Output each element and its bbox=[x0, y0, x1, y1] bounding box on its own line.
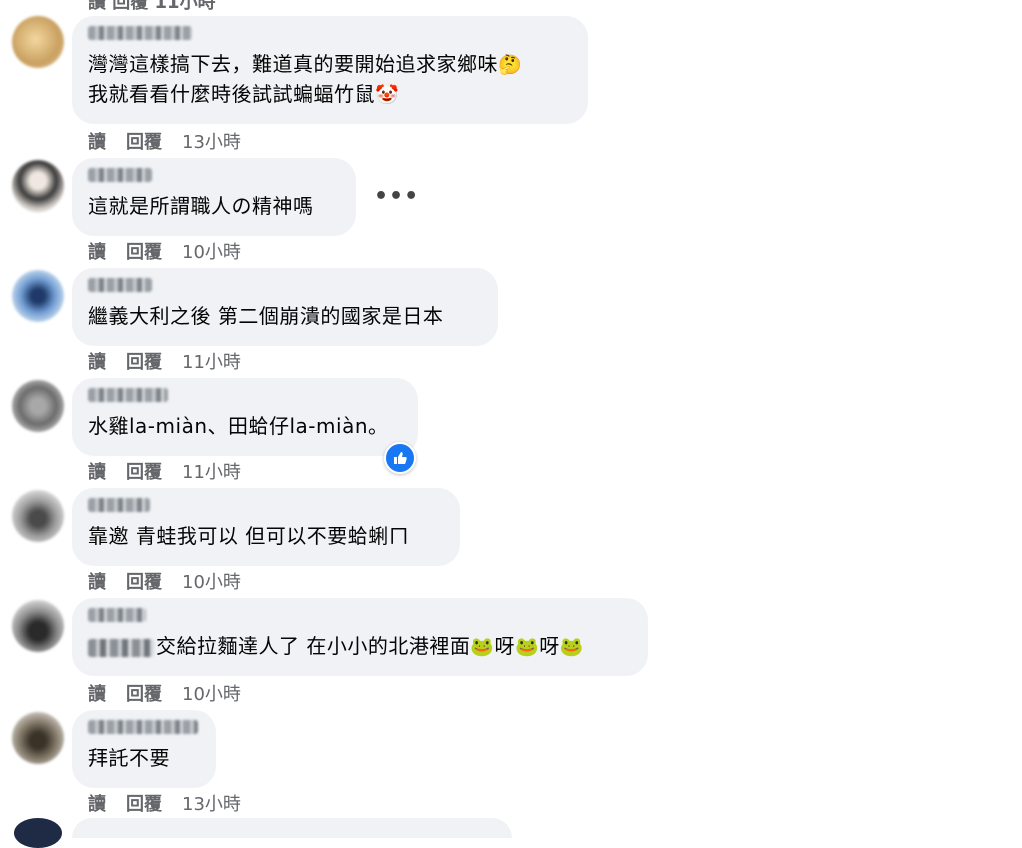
like-link[interactable]: 讀 bbox=[88, 238, 106, 264]
clown-emoji-icon: 🤡 bbox=[375, 84, 400, 106]
commenter-name[interactable] bbox=[88, 388, 168, 402]
like-link[interactable]: 讀 bbox=[88, 348, 106, 374]
more-options-icon[interactable]: ••• bbox=[374, 184, 419, 209]
commenter-name[interactable] bbox=[88, 498, 150, 512]
comment-bubble: 這就是所謂職人の精神嗎 bbox=[72, 158, 356, 236]
avatar[interactable] bbox=[14, 818, 62, 848]
avatar[interactable] bbox=[12, 712, 64, 764]
comment-text: 交給拉麵達人了 在小小的北港裡面🐸呀🐸呀🐸 bbox=[88, 632, 632, 662]
commenter-name[interactable] bbox=[88, 720, 198, 734]
like-link[interactable]: 讀 bbox=[88, 458, 106, 484]
comment-actions: 讀回覆 11小時 bbox=[88, 348, 241, 374]
comment-bubble: 灣灣這樣搞下去，難道真的要開始追求家鄉味🤔 我就看看什麼時後試試蝙蝠竹鼠🤡 bbox=[72, 16, 588, 124]
avatar[interactable] bbox=[12, 16, 64, 68]
commenter-name[interactable] bbox=[88, 26, 192, 40]
avatar[interactable] bbox=[12, 380, 64, 432]
comment-text: 繼義大利之後 第二個崩潰的國家是日本 bbox=[88, 304, 444, 328]
reply-link[interactable]: 回覆 bbox=[126, 348, 162, 374]
like-link[interactable]: 讀 bbox=[88, 128, 106, 154]
reply-link[interactable]: 回覆 bbox=[126, 458, 162, 484]
frog-emoji-icon: 🐸 bbox=[559, 636, 584, 658]
timestamp[interactable]: 10小時 bbox=[182, 568, 241, 594]
avatar[interactable] bbox=[12, 270, 64, 322]
timestamp[interactable]: 11小時 bbox=[182, 348, 241, 374]
commenter-name[interactable] bbox=[88, 168, 152, 182]
avatar[interactable] bbox=[12, 160, 64, 212]
comment-bubble: 靠邀 青蛙我可以 但可以不要蛤蜊ㄇ bbox=[72, 488, 460, 566]
avatar[interactable] bbox=[12, 490, 64, 542]
comment-bubble: 繼義大利之後 第二個崩潰的國家是日本 bbox=[72, 268, 498, 346]
partial-action-row: 讀 回覆 11小時 bbox=[88, 0, 216, 13]
like-link[interactable]: 讀 bbox=[88, 680, 106, 706]
commenter-name[interactable] bbox=[88, 278, 152, 292]
timestamp[interactable]: 13小時 bbox=[182, 128, 241, 154]
timestamp[interactable]: 10小時 bbox=[182, 238, 241, 264]
reply-link[interactable]: 回覆 bbox=[126, 128, 162, 154]
comment-bubble: 水雞la-miàn、田蛤仔la-miàn。 bbox=[72, 378, 418, 456]
comment-text: 靠邀 青蛙我可以 但可以不要蛤蜊ㄇ bbox=[88, 524, 410, 548]
comment-text: 拜託不要 bbox=[88, 746, 170, 770]
comment-actions: 讀回覆 13小時 bbox=[88, 128, 241, 154]
mention-name[interactable] bbox=[88, 638, 154, 657]
comment-actions: 讀回覆 10小時 bbox=[88, 680, 241, 706]
frog-emoji-icon: 🐸 bbox=[515, 636, 540, 658]
thumbs-up-icon[interactable] bbox=[384, 442, 416, 474]
comment-bubble: 交給拉麵達人了 在小小的北港裡面🐸呀🐸呀🐸 bbox=[72, 598, 648, 676]
comment-actions: 讀回覆 10小時 bbox=[88, 238, 241, 264]
like-link[interactable]: 讀 bbox=[88, 790, 106, 816]
timestamp[interactable]: 13小時 bbox=[182, 790, 241, 816]
comment-actions: 讀回覆 13小時 bbox=[88, 790, 241, 816]
reply-link[interactable]: 回覆 bbox=[126, 790, 162, 816]
comment-text: 灣灣這樣搞下去，難道真的要開始追求家鄉味🤔 bbox=[88, 52, 523, 76]
avatar[interactable] bbox=[12, 600, 64, 652]
comment-text: 這就是所謂職人の精神嗎 bbox=[88, 194, 314, 218]
comment-bubble: 拜託不要 bbox=[72, 710, 216, 788]
comment-bubble bbox=[72, 818, 512, 838]
reply-link[interactable]: 回覆 bbox=[126, 568, 162, 594]
thinking-emoji-icon: 🤔 bbox=[498, 54, 523, 76]
comment-actions: 讀回覆 10小時 bbox=[88, 568, 241, 594]
reply-link[interactable]: 回覆 bbox=[126, 680, 162, 706]
commenter-name[interactable] bbox=[88, 608, 146, 622]
comment-text: 水雞la-miàn、田蛤仔la-miàn。 bbox=[88, 414, 389, 438]
like-link[interactable]: 讀 bbox=[88, 568, 106, 594]
comment-text: 我就看看什麼時後試試蝙蝠竹鼠🤡 bbox=[88, 82, 400, 106]
comment-actions: 讀回覆 11小時 bbox=[88, 458, 241, 484]
timestamp[interactable]: 11小時 bbox=[182, 458, 241, 484]
timestamp[interactable]: 10小時 bbox=[182, 680, 241, 706]
frog-emoji-icon: 🐸 bbox=[470, 636, 495, 658]
reply-link[interactable]: 回覆 bbox=[126, 238, 162, 264]
